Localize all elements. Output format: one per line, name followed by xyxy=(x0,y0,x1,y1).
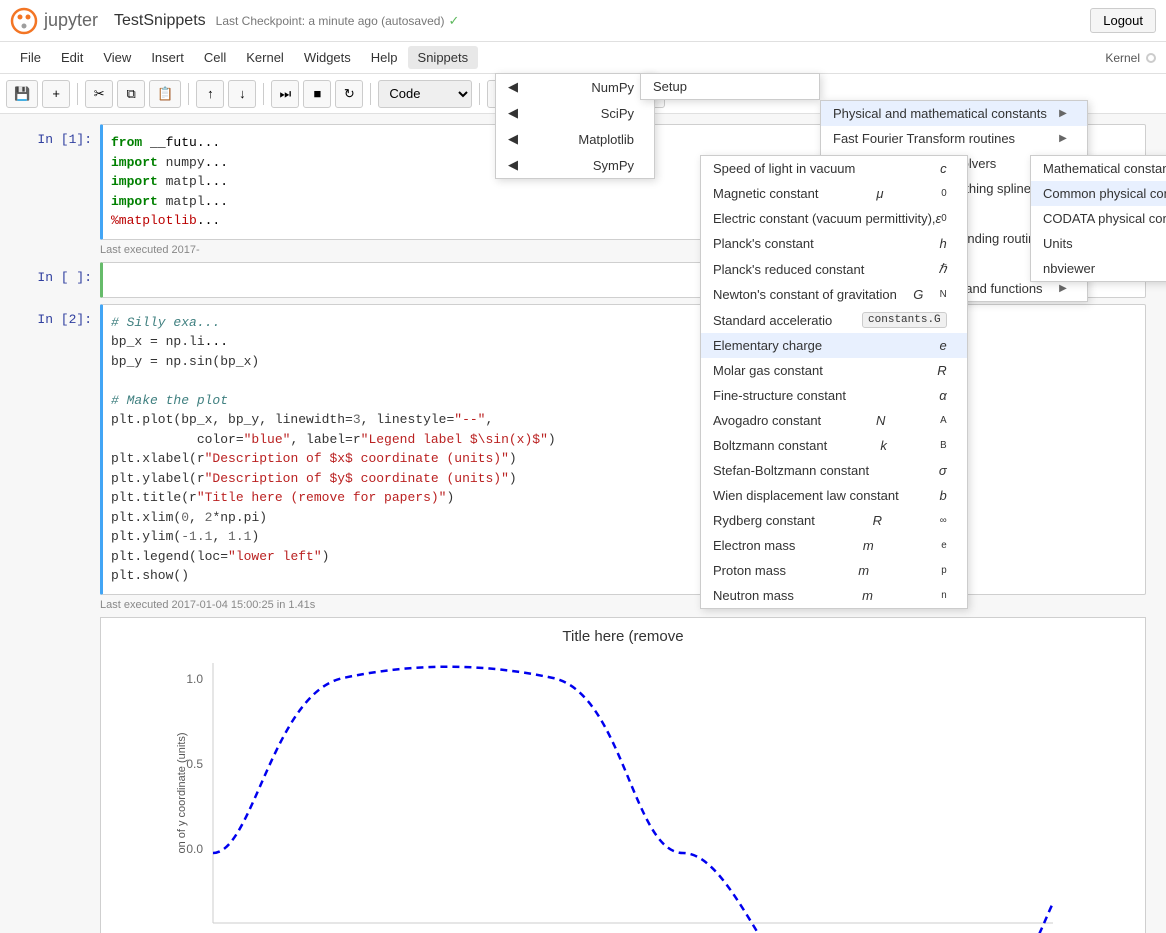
kernel-status-circle xyxy=(1146,53,1156,63)
snippets-numpy[interactable]: ◀ NumPy xyxy=(496,74,654,100)
cell-prompt-2: In [ ]: xyxy=(20,262,100,285)
notebook-title[interactable]: TestSnippets xyxy=(114,12,206,30)
const-codata[interactable]: CODATA physical constants ▶ xyxy=(1031,206,1166,231)
const-boltzmann[interactable]: Boltzmann constant kB xyxy=(701,433,967,458)
menu-kernel[interactable]: Kernel xyxy=(236,46,294,69)
cell-last-exec-3: Last executed 2017-01-04 15:00:25 in 1.4… xyxy=(100,599,1146,611)
restart-button[interactable]: ↻ xyxy=(335,80,363,108)
snippets-matplotlib[interactable]: ◀ Matplotlib xyxy=(496,126,654,152)
const-wien[interactable]: Wien displacement law constant b xyxy=(701,483,967,508)
const-stefan-boltzmann[interactable]: Stefan-Boltzmann constant σ xyxy=(701,458,967,483)
common-physical-constants-menu: Speed of light in vacuum c Magnetic cons… xyxy=(700,155,968,609)
checkpoint-info: Last Checkpoint: a minute ago (autosaved… xyxy=(216,14,445,28)
menu-edit[interactable]: Edit xyxy=(51,46,93,69)
const-math[interactable]: Mathematical constants ▶ xyxy=(1031,156,1166,181)
plot-row: Title here (remove 1.0 0.5 0.0 on of y c… xyxy=(20,617,1146,933)
common-phys-list: Speed of light in vacuum c Magnetic cons… xyxy=(701,156,967,608)
menu-widgets[interactable]: Widgets xyxy=(294,46,361,69)
cell-row-3: In [2]: # Silly exa... bp_x = np.li... b… xyxy=(20,304,1146,611)
scipy-fft[interactable]: Fast Fourier Transform routines ▶ xyxy=(821,126,1087,151)
jupyter-logo-icon xyxy=(10,7,38,35)
const-newton[interactable]: Newton's constant of gravitation GN xyxy=(701,282,967,307)
toolbar-separator-5 xyxy=(479,83,480,105)
const-nbviewer[interactable]: nbviewer xyxy=(1031,256,1166,281)
const-units[interactable]: Units ▶ xyxy=(1031,231,1166,256)
const-planck-reduced[interactable]: Planck's reduced constant ℏ xyxy=(701,256,967,282)
cell-content-3[interactable]: # Silly exa... bp_x = np.li... bp_y = np… xyxy=(100,304,1146,595)
add-cell-button[interactable]: + xyxy=(42,80,70,108)
menu-snippets[interactable]: Snippets xyxy=(408,46,479,69)
move-up-button[interactable]: ↑ xyxy=(196,80,224,108)
scipy-phys-math[interactable]: Physical and mathematical constants ▶ xyxy=(821,101,1087,126)
physical-constants-menu: Mathematical constants ▶ Common physical… xyxy=(1030,155,1166,282)
menu-insert[interactable]: Insert xyxy=(141,46,194,69)
const-neutron-mass[interactable]: Neutron mass mn xyxy=(701,583,967,608)
const-common-phys[interactable]: Common physical constants ▶ xyxy=(1031,181,1166,206)
scipy-setup[interactable]: Setup xyxy=(641,74,819,99)
svg-text:1.0: 1.0 xyxy=(186,672,203,686)
menu-help[interactable]: Help xyxy=(361,46,408,69)
const-elementary-charge[interactable]: Elementary charge e xyxy=(701,333,967,358)
snippets-dropdown: ◀ NumPy ◀ SciPy ◀ Matplotlib ◀ SymPy xyxy=(495,73,655,179)
plot-title: Title here (remove xyxy=(111,628,1135,645)
menu-cell[interactable]: Cell xyxy=(194,46,236,69)
const-avogadro[interactable]: Avogadro constant NA xyxy=(701,408,967,433)
plot-prompt xyxy=(20,617,100,625)
jupyter-logo: jupyter xyxy=(10,7,98,35)
fast-forward-button[interactable]: ⏭ xyxy=(271,80,299,108)
plot-chart: 1.0 0.5 0.0 on of y coordinate (units) xyxy=(111,653,1135,933)
snippets-scipy[interactable]: ◀ SciPy xyxy=(496,100,654,126)
const-rydberg[interactable]: Rydberg constant R∞ xyxy=(701,508,967,533)
kernel-indicator: Kernel xyxy=(1105,51,1156,65)
menu-file[interactable]: File xyxy=(10,46,51,69)
const-proton-mass[interactable]: Proton mass mp xyxy=(701,558,967,583)
top-bar: jupyter TestSnippets Last Checkpoint: a … xyxy=(0,0,1166,42)
const-planck[interactable]: Planck's constant h xyxy=(701,231,967,256)
save-button[interactable]: 💾 xyxy=(6,80,38,108)
const-speed-light[interactable]: Speed of light in vacuum c xyxy=(701,156,967,181)
stop-button[interactable]: ■ xyxy=(303,80,331,108)
const-fine-structure[interactable]: Fine-structure constant α xyxy=(701,383,967,408)
menu-bar: File Edit View Insert Cell Kernel Widget… xyxy=(0,42,1166,74)
const-molar-gas[interactable]: Molar gas constant R xyxy=(701,358,967,383)
scipy-setup-menu: Setup xyxy=(640,73,820,100)
const-magnetic[interactable]: Magnetic constant μ0 xyxy=(701,181,967,206)
jupyter-wordmark: jupyter xyxy=(44,10,98,31)
menu-view[interactable]: View xyxy=(93,46,141,69)
phys-constants-list: Mathematical constants ▶ Common physical… xyxy=(1031,156,1166,281)
svg-text:on of y coordinate (units): on of y coordinate (units) xyxy=(176,732,188,853)
const-electron-mass[interactable]: Electron mass me xyxy=(701,533,967,558)
cell-prompt-1: In [1]: xyxy=(20,124,100,147)
snippets-menu-list: ◀ NumPy ◀ SciPy ◀ Matplotlib ◀ SymPy xyxy=(496,74,654,178)
logout-button[interactable]: Logout xyxy=(1090,8,1156,33)
scipy-menu-list: Setup xyxy=(641,74,819,99)
const-std-accel[interactable]: Standard acceleratioconstants.G xyxy=(701,307,967,333)
kernel-label: Kernel xyxy=(1105,51,1140,65)
cut-button[interactable]: ✂ xyxy=(85,80,113,108)
toolbar-separator-2 xyxy=(188,83,189,105)
constants-badge: constants.G xyxy=(862,312,947,328)
toolbar-separator-1 xyxy=(77,83,78,105)
paste-button[interactable]: 📋 xyxy=(149,80,181,108)
const-electric[interactable]: Electric constant (vacuum permittivity),… xyxy=(701,206,967,231)
toolbar-separator-4 xyxy=(370,83,371,105)
cell-type-select[interactable]: Code Markdown Raw xyxy=(378,80,472,108)
svg-text:0.0: 0.0 xyxy=(186,842,203,856)
toolbar-separator-3 xyxy=(263,83,264,105)
snippets-sympy[interactable]: ◀ SymPy xyxy=(496,152,654,178)
checkpoint-check: ✓ xyxy=(448,13,459,29)
move-down-button[interactable]: ↓ xyxy=(228,80,256,108)
copy-button[interactable]: ⧉ xyxy=(117,80,145,108)
cell-prompt-3: In [2]: xyxy=(20,304,100,327)
svg-text:0.5: 0.5 xyxy=(186,757,203,771)
